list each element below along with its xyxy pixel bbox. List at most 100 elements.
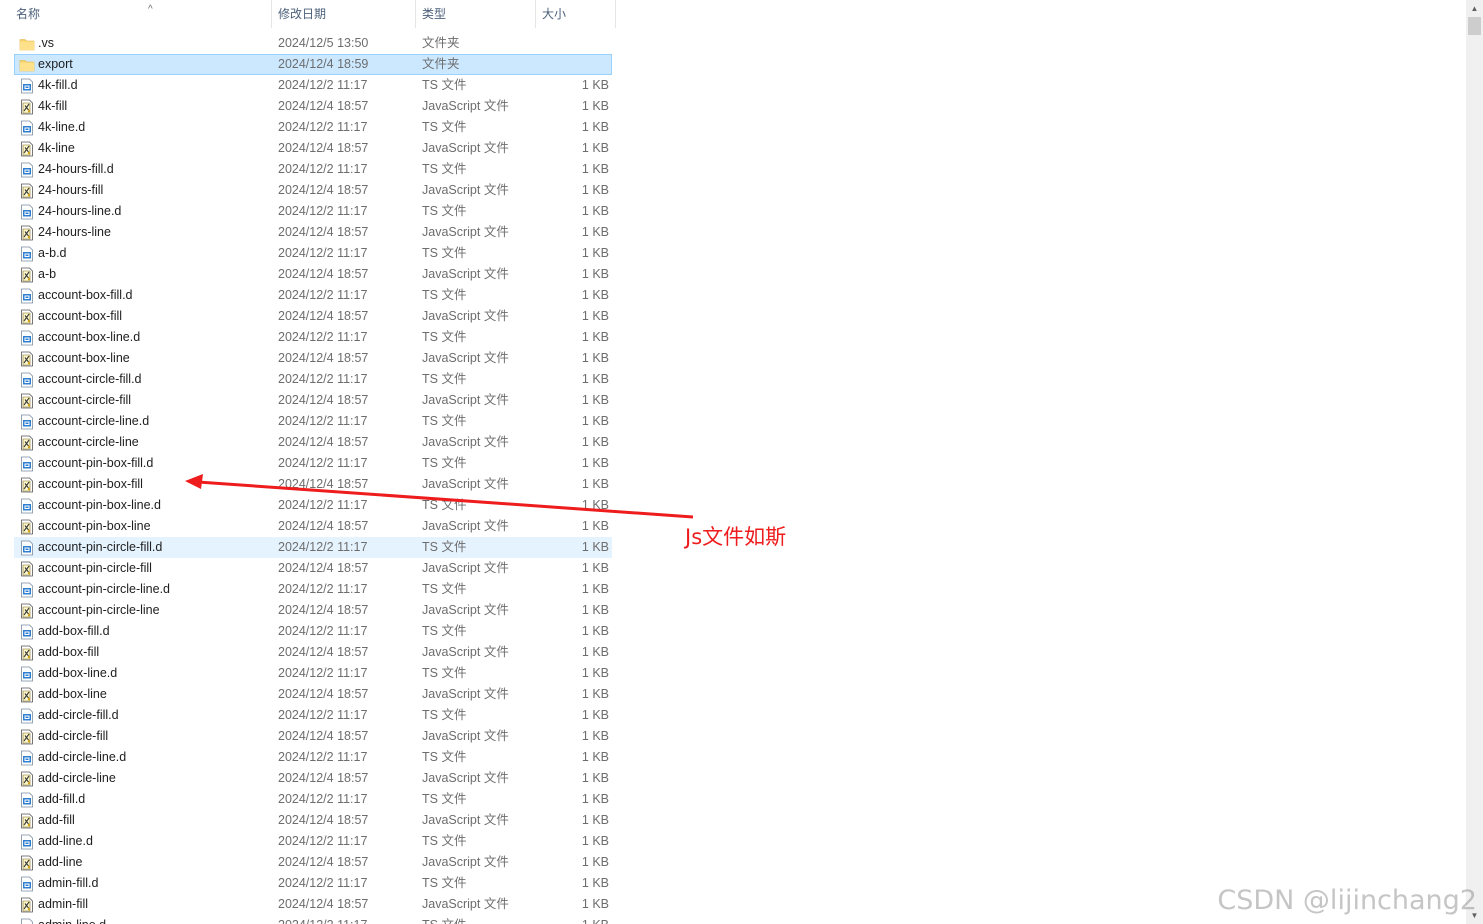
file-row[interactable]: account-box-line 2024/12/4 18:57 JavaScrip… <box>14 348 612 369</box>
file-size: 1 KB <box>581 456 609 470</box>
file-row[interactable]: account-pin-box-line.d 2024/12/2 11:17 TS … <box>14 495 612 516</box>
file-modified-date: 2024/12/4 18:57 <box>278 99 369 113</box>
file-row[interactable]: account-box-line.d 2024/12/2 11:17 TS 文件 1 … <box>14 327 612 348</box>
file-row[interactable]: account-circle-fill.d 2024/12/2 11:17 TS 文… <box>14 369 612 390</box>
file-row[interactable]: account-box-fill.d 2024/12/2 11:17 TS 文件 1 … <box>14 285 612 306</box>
file-row[interactable]: account-circle-line 2024/12/4 18:57 JavaSc… <box>14 432 612 453</box>
file-row[interactable]: a-b.d 2024/12/2 11:17 TS 文件 1 KB <box>14 243 612 264</box>
file-modified-date: 2024/12/4 18:57 <box>278 729 369 743</box>
file-size: 1 KB <box>581 750 609 764</box>
file-row[interactable]: account-box-fill 2024/12/4 18:57 JavaScrip… <box>14 306 612 327</box>
file-row[interactable]: add-circle-fill 2024/12/4 18:57 JavaScript… <box>14 726 612 747</box>
file-name: account-pin-circle-line <box>38 603 160 617</box>
file-explorer-window: 名称 ^ 修改日期 类型 大小 .vs 2024/12/5 13:50 文件夹 exp… <box>0 0 1483 924</box>
file-row[interactable]: 24-hours-line.d 2024/12/2 11:17 TS 文件 1 KB <box>14 201 612 222</box>
file-row[interactable]: a-b 2024/12/4 18:57 JavaScript 文件 1 KB <box>14 264 612 285</box>
column-header-type[interactable]: 类型 <box>416 0 536 28</box>
column-header-size[interactable]: 大小 <box>536 0 616 28</box>
column-header-date[interactable]: 修改日期 <box>272 0 416 28</box>
js-file-icon <box>19 645 34 661</box>
file-row[interactable]: add-box-fill 2024/12/4 18:57 JavaScript 文件… <box>14 642 612 663</box>
file-size: 1 KB <box>581 162 609 176</box>
file-modified-date: 2024/12/2 11:17 <box>278 834 368 848</box>
js-file-icon <box>19 141 34 157</box>
file-row[interactable]: admin-line.d2024/12/2 11:17 TS 文件1 KB <box>14 915 612 924</box>
ts-file-icon <box>19 666 34 682</box>
column-header-name[interactable]: 名称 ^ <box>10 0 272 28</box>
file-type: TS 文件 <box>422 876 467 890</box>
file-type: JavaScript 文件 <box>422 561 509 575</box>
scroll-up-arrow-icon[interactable]: ▲ <box>1466 0 1483 17</box>
file-type: JavaScript 文件 <box>422 519 509 533</box>
file-list: .vs 2024/12/5 13:50 文件夹 export 2024/12/4 18:… <box>0 33 620 924</box>
folder-icon <box>19 36 35 52</box>
file-name: a-b <box>38 267 57 281</box>
file-name: admin-fill <box>38 897 89 911</box>
file-modified-date: 2024/12/2 11:17 <box>278 162 368 176</box>
file-name: .vs <box>38 36 54 50</box>
file-modified-date: 2024/12/2 11:17 <box>278 372 368 386</box>
file-row[interactable]: add-line.d 2024/12/2 11:17 TS 文件 1 KB <box>14 831 612 852</box>
file-type: TS 文件 <box>422 540 467 554</box>
vertical-scrollbar[interactable]: ▲ ▼ <box>1466 0 1483 924</box>
ts-file-icon <box>19 330 34 346</box>
file-name: add-line <box>38 855 83 869</box>
file-type: JavaScript 文件 <box>422 267 509 281</box>
file-modified-date: 2024/12/4 18:57 <box>278 561 369 575</box>
file-row[interactable]: .vs 2024/12/5 13:50 文件夹 <box>14 33 612 54</box>
file-row[interactable]: export 2024/12/4 18:59 文件夹 <box>14 54 612 75</box>
file-row[interactable]: add-box-line 2024/12/4 18:57 JavaScript 文件… <box>14 684 612 705</box>
file-size: 1 KB <box>581 225 609 239</box>
file-row[interactable]: add-box-fill.d 2024/12/2 11:17 TS 文件 1 KB <box>14 621 612 642</box>
file-name: add-circle-line.d <box>38 750 127 764</box>
file-row[interactable]: account-circle-line.d 2024/12/2 11:17 TS 文… <box>14 411 612 432</box>
file-row[interactable]: add-fill 2024/12/4 18:57 JavaScript 文件 1 KB <box>14 810 612 831</box>
file-row[interactable]: account-pin-box-line 2024/12/4 18:57 JavaS… <box>14 516 612 537</box>
file-row[interactable]: 24-hours-line 2024/12/4 18:57 JavaScript 文… <box>14 222 612 243</box>
ts-file-icon <box>19 372 34 388</box>
file-modified-date: 2024/12/4 18:59 <box>278 57 369 71</box>
file-name: add-circle-fill.d <box>38 708 119 722</box>
file-type: JavaScript 文件 <box>422 855 509 869</box>
file-size: 1 KB <box>581 414 609 428</box>
file-row[interactable]: 4k-line 2024/12/4 18:57 JavaScript 文件 1 KB <box>14 138 612 159</box>
file-row[interactable]: account-pin-circle-line.d 2024/12/2 11:17… <box>14 579 612 600</box>
js-file-icon <box>19 813 34 829</box>
file-row[interactable]: 24-hours-fill 2024/12/4 18:57 JavaScript 文… <box>14 180 612 201</box>
file-row[interactable]: account-pin-circle-fill 2024/12/4 18:57 Ja… <box>14 558 612 579</box>
file-row[interactable]: 4k-fill 2024/12/4 18:57 JavaScript 文件 1 KB <box>14 96 612 117</box>
file-name: 4k-line.d <box>38 120 86 134</box>
file-row[interactable]: account-pin-box-fill 2024/12/4 18:57 JavaS… <box>14 474 612 495</box>
file-row[interactable]: account-pin-circle-line 2024/12/4 18:57 Ja… <box>14 600 612 621</box>
file-row[interactable]: 4k-fill.d 2024/12/2 11:17 TS 文件 1 KB <box>14 75 612 96</box>
file-row[interactable]: 24-hours-fill.d 2024/12/2 11:17 TS 文件 1 KB <box>14 159 612 180</box>
js-file-icon <box>19 729 34 745</box>
file-row[interactable]: add-circle-fill.d 2024/12/2 11:17 TS 文件 1 K… <box>14 705 612 726</box>
file-row[interactable]: add-fill.d 2024/12/2 11:17 TS 文件 1 KB <box>14 789 612 810</box>
file-row[interactable]: add-circle-line 2024/12/4 18:57 JavaScript… <box>14 768 612 789</box>
file-size: 1 KB <box>581 897 609 911</box>
file-size: 1 KB <box>581 99 609 113</box>
file-row[interactable]: admin-fill 2024/12/4 18:57 JavaScript 文件 1 … <box>14 894 612 915</box>
file-row[interactable]: account-circle-fill 2024/12/4 18:57 JavaSc… <box>14 390 612 411</box>
js-file-icon <box>19 897 34 913</box>
scrollbar-thumb[interactable] <box>1468 17 1481 35</box>
file-row[interactable]: add-circle-line.d 2024/12/2 11:17 TS 文件 1 K… <box>14 747 612 768</box>
js-file-icon <box>19 267 34 283</box>
file-modified-date: 2024/12/2 11:17 <box>278 288 368 302</box>
ts-file-icon <box>19 792 34 808</box>
file-name: add-fill <box>38 813 75 827</box>
file-row[interactable]: account-pin-circle-fill.d 2024/12/2 11:17… <box>14 537 612 558</box>
file-name: admin-fill.d <box>38 876 99 890</box>
file-row[interactable]: admin-fill.d 2024/12/2 11:17 TS 文件 1 KB <box>14 873 612 894</box>
file-name: admin-line.d <box>38 916 278 924</box>
file-type: JavaScript 文件 <box>422 729 509 743</box>
file-type: TS 文件 <box>422 456 467 470</box>
file-row[interactable]: add-line 2024/12/4 18:57 JavaScript 文件 1 KB <box>14 852 612 873</box>
js-file-icon <box>19 183 34 199</box>
file-name: account-circle-line.d <box>38 414 150 428</box>
file-row[interactable]: account-pin-box-fill.d 2024/12/2 11:17 TS … <box>14 453 612 474</box>
file-size: 1 KB <box>581 246 609 260</box>
file-row[interactable]: add-box-line.d 2024/12/2 11:17 TS 文件 1 KB <box>14 663 612 684</box>
file-row[interactable]: 4k-line.d 2024/12/2 11:17 TS 文件 1 KB <box>14 117 612 138</box>
